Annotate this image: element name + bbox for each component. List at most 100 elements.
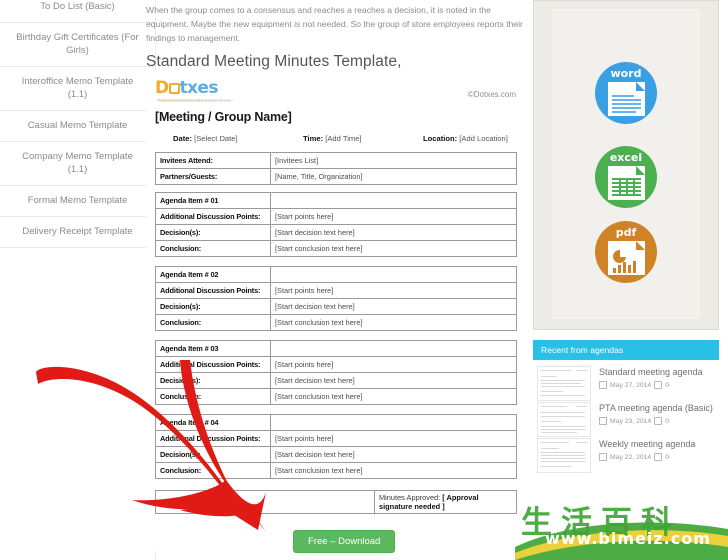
sidebar-item-label: Interoffice Memo Template (1.1) <box>21 76 134 100</box>
table-row: Agenda Item # 02 <box>155 266 517 283</box>
agenda-block-4: Agenda Item # 04 Additional Discussion P… <box>155 414 517 479</box>
main-content: When the group comes to a consensus and … <box>143 0 528 560</box>
pdf-label: pdf <box>615 226 637 239</box>
list-item[interactable]: Standard meeting agenda May 27, 2014 0 <box>533 360 719 401</box>
excel-icon[interactable]: excel <box>595 146 657 208</box>
sidebar-item-birthday-gift-certificates[interactable]: Birthday Gift Certificates (For Girls) <box>0 23 155 67</box>
table-row: Decision(s): [Start decision text here] <box>155 372 517 389</box>
discussion-points-value: [Start points here] <box>270 430 517 447</box>
conclusion-value: [Start conclusion text here] <box>270 240 517 257</box>
conclusion-label: Conclusion: <box>155 314 271 331</box>
decisions-value: [Start decision text here] <box>270 298 517 315</box>
field-time: Time: [Add Time] <box>303 134 362 143</box>
conclusion-value: [Start conclusion text here] <box>270 388 517 405</box>
field-location: Location: [Add Location] <box>423 134 508 143</box>
sidebar-item-label: Company Memo Template (1.1) <box>22 151 133 175</box>
recent-agendas-header: Recent from agendas <box>533 340 719 360</box>
agenda-thumbnail <box>537 438 591 473</box>
pdf-page-glyph <box>608 241 645 275</box>
agenda-title[interactable]: Weekly meeting agenda <box>599 438 715 450</box>
conclusion-label: Conclusion: <box>155 240 271 257</box>
file-format-panel: word excel pdf <box>533 0 719 330</box>
minutes-approved-label: Minutes Approved: <box>379 493 441 502</box>
field-date-value: [Select Date] <box>194 134 238 143</box>
table-row: Additional Discussion Points: [Start poin… <box>155 208 517 225</box>
calendar-icon <box>599 381 607 389</box>
conclusion-value: [Start conclusion text here] <box>270 462 517 479</box>
minutes-approved-cell: Minutes Approved: [ Approval signature n… <box>374 490 517 514</box>
table-row: Decision(s): [Start decision text here] <box>155 298 517 315</box>
discussion-points-value: [Start points here] <box>270 282 517 299</box>
signature-table: Minutes prepared by: Minutes Approved: [… <box>155 490 517 514</box>
decisions-value: [Start decision text here] <box>270 224 517 241</box>
field-location-label: Location: <box>423 134 458 143</box>
field-time-label: Time: <box>303 134 324 143</box>
agenda-block-1: Agenda Item # 01 Additional Discussion P… <box>155 192 517 257</box>
agenda-title-blank <box>270 266 517 283</box>
agenda-title[interactable]: PTA meeting agenda (Basic) <box>599 402 715 414</box>
decisions-label: Decision(s): <box>155 298 271 315</box>
discussion-points-value: [Start points here] <box>270 208 517 225</box>
sidebar-item-company-memo[interactable]: Company Memo Template (1.1) <box>0 142 155 186</box>
logo-letters-rest: txes <box>179 78 219 98</box>
page-title: Standard Meeting Minutes Template, <box>146 53 402 71</box>
word-label: word <box>610 67 642 80</box>
partners-guests-label: Partners/Guests: <box>155 168 271 185</box>
calendar-icon <box>599 453 607 461</box>
pdf-icon[interactable]: pdf <box>595 221 657 283</box>
sidebar-item-label: Casual Memo Template <box>27 120 128 131</box>
table-row: Conclusion: [Start conclusion text here] <box>155 462 517 479</box>
agenda-meta: May 27, 2014 0 <box>599 381 715 389</box>
conclusion-value: [Start conclusion text here] <box>270 314 517 331</box>
meeting-header-fields: Date: [Select Date] Time: [Add Time] Loc… <box>155 134 517 146</box>
discussion-points-label: Additional Discussion Points: <box>155 356 271 373</box>
agenda-title-blank <box>270 340 517 357</box>
comment-icon <box>654 417 663 425</box>
table-row: Conclusion: [Start conclusion text here] <box>155 314 517 331</box>
meeting-group-name: [Meeting / Group Name] <box>155 110 292 124</box>
agenda-block-2: Agenda Item # 02 Additional Discussion P… <box>155 266 517 331</box>
discussion-points-value: [Start points here] <box>270 356 517 373</box>
agenda-title: Agenda Item # 03 <box>155 340 271 357</box>
template-list-sidebar: To Do List (Basic) Birthday Gift Certifi… <box>0 0 155 560</box>
table-row: Conclusion: [Start conclusion text here] <box>155 240 517 257</box>
table-row: Additional Discussion Points: [Start poin… <box>155 282 517 299</box>
table-row: Agenda Item # 03 <box>155 340 517 357</box>
sidebar-item-label: Formal Memo Template <box>27 195 128 206</box>
decisions-label: Decision(s): <box>155 224 271 241</box>
agenda-date: May 27, 2014 <box>610 381 652 389</box>
agenda-title[interactable]: Standard meeting agenda <box>599 366 715 378</box>
list-item[interactable]: PTA meeting agenda (Basic) May 23, 2014 … <box>533 396 719 437</box>
table-row: Conclusion: [Start conclusion text here] <box>155 388 517 405</box>
sidebar-item-to-do-list[interactable]: To Do List (Basic) <box>0 0 155 23</box>
table-row: Agenda Item # 04 <box>155 414 517 431</box>
sidebar-item-casual-memo[interactable]: Casual Memo Template <box>0 111 155 142</box>
agenda-comment-count: 0 <box>665 381 669 389</box>
word-icon[interactable]: word <box>595 62 657 124</box>
table-row: Decision(s): [Start decision text here] <box>155 446 517 463</box>
calendar-icon <box>599 417 607 425</box>
sidebar-item-label: Birthday Gift Certificates (For Girls) <box>16 32 139 56</box>
agenda-title: Agenda Item # 02 <box>155 266 271 283</box>
excel-label: excel <box>609 151 643 164</box>
free-download-button[interactable]: Free – Download <box>293 530 396 553</box>
table-row: Partners/Guests: [Name, Title, Organizat… <box>155 168 517 185</box>
conclusion-label: Conclusion: <box>155 462 271 479</box>
agenda-comment-count: 0 <box>665 417 669 425</box>
agenda-title-blank <box>270 192 517 209</box>
field-date-label: Date: <box>173 134 192 143</box>
sidebar-item-label: Delivery Receipt Template <box>22 226 133 237</box>
logo-letter-d: D <box>155 78 169 98</box>
sidebar-item-delivery-receipt[interactable]: Delivery Receipt Template <box>0 217 155 248</box>
agenda-meta: May 22, 2014 0 <box>599 453 715 461</box>
file-format-inner: word excel pdf <box>552 9 700 319</box>
logo-tagline: Professional Business And Office Templat… <box>159 100 231 103</box>
agenda-date: May 23, 2014 <box>610 417 652 425</box>
discussion-points-label: Additional Discussion Points: <box>155 282 271 299</box>
copyright-notice: ©Dotxes.com <box>467 90 516 99</box>
invitees-attend-value: [Invitees List] <box>270 152 517 169</box>
sidebar-item-formal-memo[interactable]: Formal Memo Template <box>0 186 155 217</box>
list-item[interactable]: Weekly meeting agenda May 22, 2014 0 <box>533 432 719 473</box>
sidebar-item-interoffice-memo[interactable]: Interoffice Memo Template (1.1) <box>0 67 155 111</box>
sidebar-item-label: To Do List (Basic) <box>40 1 115 12</box>
